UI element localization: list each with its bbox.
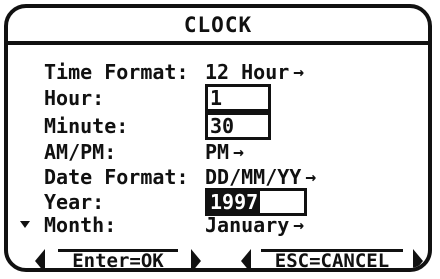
- ampm-dropdown[interactable]: PM →: [205, 140, 244, 164]
- month-dropdown[interactable]: January →: [205, 213, 304, 237]
- date-format-value: DD/MM/YY: [205, 165, 302, 189]
- hour-row: Hour: 1: [44, 84, 271, 112]
- scroll-down-icon: [20, 221, 30, 228]
- month-label: Month:: [44, 213, 117, 237]
- minute-label: Minute:: [44, 114, 129, 138]
- minute-row: Minute: 30: [44, 112, 271, 140]
- clock-dialog: CLOCK Time Format: 12 Hour → Hour: 1 Min…: [4, 4, 432, 272]
- year-label: Year:: [44, 190, 105, 214]
- dropdown-arrow-icon: →: [233, 141, 244, 163]
- ampm-label: AM/PM:: [44, 140, 117, 164]
- hour-label: Hour:: [44, 86, 105, 110]
- dropdown-arrow-icon: →: [293, 214, 305, 236]
- dropdown-arrow-icon: →: [305, 166, 317, 188]
- year-row: Year: 1997: [44, 188, 307, 216]
- time-format-dropdown[interactable]: 12 Hour →: [205, 60, 304, 84]
- hour-input[interactable]: 1: [205, 84, 271, 112]
- esc-cancel-button[interactable]: ESC=CANCEL: [241, 249, 423, 268]
- dropdown-arrow-icon: →: [293, 61, 305, 83]
- enter-ok-button[interactable]: Enter=OK: [35, 249, 201, 268]
- date-format-label: Date Format:: [44, 165, 189, 189]
- year-value-selected: 1997: [208, 190, 261, 214]
- ampm-value: PM: [205, 140, 230, 164]
- date-format-row: Date Format: DD/MM/YY →: [44, 165, 316, 189]
- date-format-dropdown[interactable]: DD/MM/YY →: [205, 165, 316, 189]
- ampm-row: AM/PM: PM →: [44, 140, 244, 164]
- minute-input[interactable]: 30: [205, 112, 271, 140]
- month-value: January: [205, 213, 290, 237]
- time-format-label: Time Format:: [44, 60, 189, 84]
- time-format-row: Time Format: 12 Hour →: [44, 60, 304, 84]
- esc-cancel-label: ESC=CANCEL: [260, 249, 404, 268]
- dialog-title: CLOCK: [183, 12, 253, 37]
- time-format-value: 12 Hour: [205, 60, 290, 84]
- month-row: Month: January →: [44, 213, 304, 237]
- enter-ok-label: Enter=OK: [58, 249, 178, 268]
- year-input[interactable]: 1997: [205, 188, 307, 216]
- dialog-title-bar: CLOCK: [8, 8, 428, 45]
